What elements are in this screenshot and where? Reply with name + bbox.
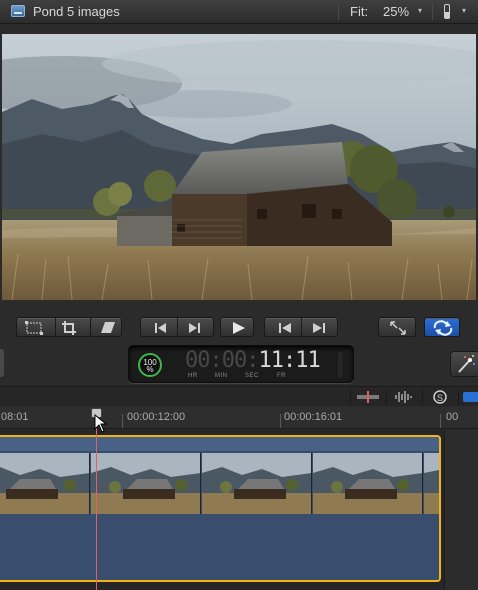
full-screen-icon	[390, 321, 406, 335]
enhancements-button[interactable]	[450, 351, 478, 377]
background-render-indicator: 100 %	[138, 353, 162, 377]
clip-thumbnail	[313, 453, 423, 514]
ruler-label: 00:00:12:00	[127, 411, 186, 423]
ruler-label: 00:00:16:01	[284, 411, 343, 423]
chevron-down-icon[interactable]: ▾	[418, 6, 422, 15]
distort-icon	[101, 322, 115, 333]
panel-edge	[0, 349, 4, 377]
clip-audio-area	[0, 515, 439, 580]
distort-button[interactable]	[90, 317, 122, 337]
timeline-area[interactable]	[0, 430, 478, 590]
snapping-button[interactable]	[458, 389, 478, 405]
timecode-hours: 00	[185, 348, 210, 373]
chevron-down-icon[interactable]: ▾	[462, 6, 466, 15]
timeline-empty-region	[444, 430, 478, 590]
audio-meter-mini	[338, 352, 343, 378]
switch-icon[interactable]	[444, 4, 450, 19]
timecode-unit-sec: SEC	[245, 373, 259, 379]
clip-icon	[11, 5, 25, 17]
play-icon	[233, 322, 245, 334]
fit-label: Fit:	[350, 4, 369, 19]
next-frame-icon[interactable]	[141, 318, 215, 338]
audio-skimming-icon	[395, 391, 412, 403]
dashboard-bar: 100 % 00:00:11:11 HR MIN SEC FR	[0, 342, 478, 386]
ruler-label: 08:01	[1, 411, 29, 423]
go-to-end-icon[interactable]	[265, 318, 339, 338]
snapping-icon	[463, 392, 478, 402]
video-frame-image	[2, 34, 476, 300]
loop-icon	[433, 320, 453, 336]
timeline-ruler[interactable]: 08:01 00:00:12:00 00:00:16:01 00	[0, 407, 478, 429]
viewer-canvas[interactable]	[2, 34, 476, 300]
ruler-label-partial: 00	[446, 411, 459, 423]
render-percent-sign: %	[146, 365, 154, 374]
timecode-unit-hr: HR	[188, 373, 198, 379]
loop-button[interactable]	[424, 317, 460, 337]
viewer-title: Pond 5 images	[33, 4, 120, 19]
timecode-seconds: 11	[258, 348, 284, 373]
clip-filmstrip	[0, 453, 439, 514]
clip-thumbnail	[202, 453, 312, 514]
timecode-digits: 00:00:11:11	[185, 348, 321, 373]
timeline-clip[interactable]	[0, 435, 441, 582]
clip-title-bar	[0, 437, 439, 451]
play-button[interactable]	[220, 317, 254, 337]
solo-button[interactable]: S	[422, 389, 456, 405]
ruler-tick	[280, 414, 281, 428]
timecode-frames: 11	[295, 348, 320, 373]
zoom-level-select[interactable]: 25%	[383, 4, 409, 19]
clip-thumbnail	[91, 453, 201, 514]
mouse-pointer-icon	[94, 414, 108, 433]
audio-skimming-button[interactable]	[386, 389, 420, 405]
svg-text:S: S	[437, 393, 443, 403]
magic-wand-icon	[458, 355, 475, 373]
timecode-minutes: 00	[221, 348, 247, 373]
header-divider	[432, 4, 433, 20]
viewer-header: Pond 5 images Fit: 25% ▾ ▾	[0, 0, 478, 24]
app-root: Pond 5 images Fit: 25% ▾ ▾ 100 % 00:00:1…	[0, 0, 478, 590]
skimming-icon	[357, 391, 379, 403]
header-divider	[338, 4, 339, 20]
playhead[interactable]	[96, 415, 97, 590]
ruler-tick	[440, 414, 441, 428]
frame-step-group	[140, 317, 214, 337]
crop-icon[interactable]	[17, 318, 93, 338]
solo-icon: S	[433, 390, 447, 404]
skimming-button[interactable]	[350, 389, 384, 405]
clip-thumbnail	[424, 453, 439, 514]
transport-bar	[2, 312, 476, 342]
clip-thumbnail	[0, 453, 90, 514]
timecode-display[interactable]: 100 % 00:00:11:11 HR MIN SEC FR	[128, 345, 354, 383]
timecode-unit-fr: FR	[277, 373, 286, 379]
full-screen-button[interactable]	[378, 317, 416, 337]
timeline-toolbar: S	[0, 386, 478, 406]
navigation-group	[264, 317, 338, 337]
onscreen-controls-group	[16, 317, 92, 337]
timecode-unit-min: MIN	[215, 373, 228, 379]
ruler-tick	[122, 414, 123, 428]
